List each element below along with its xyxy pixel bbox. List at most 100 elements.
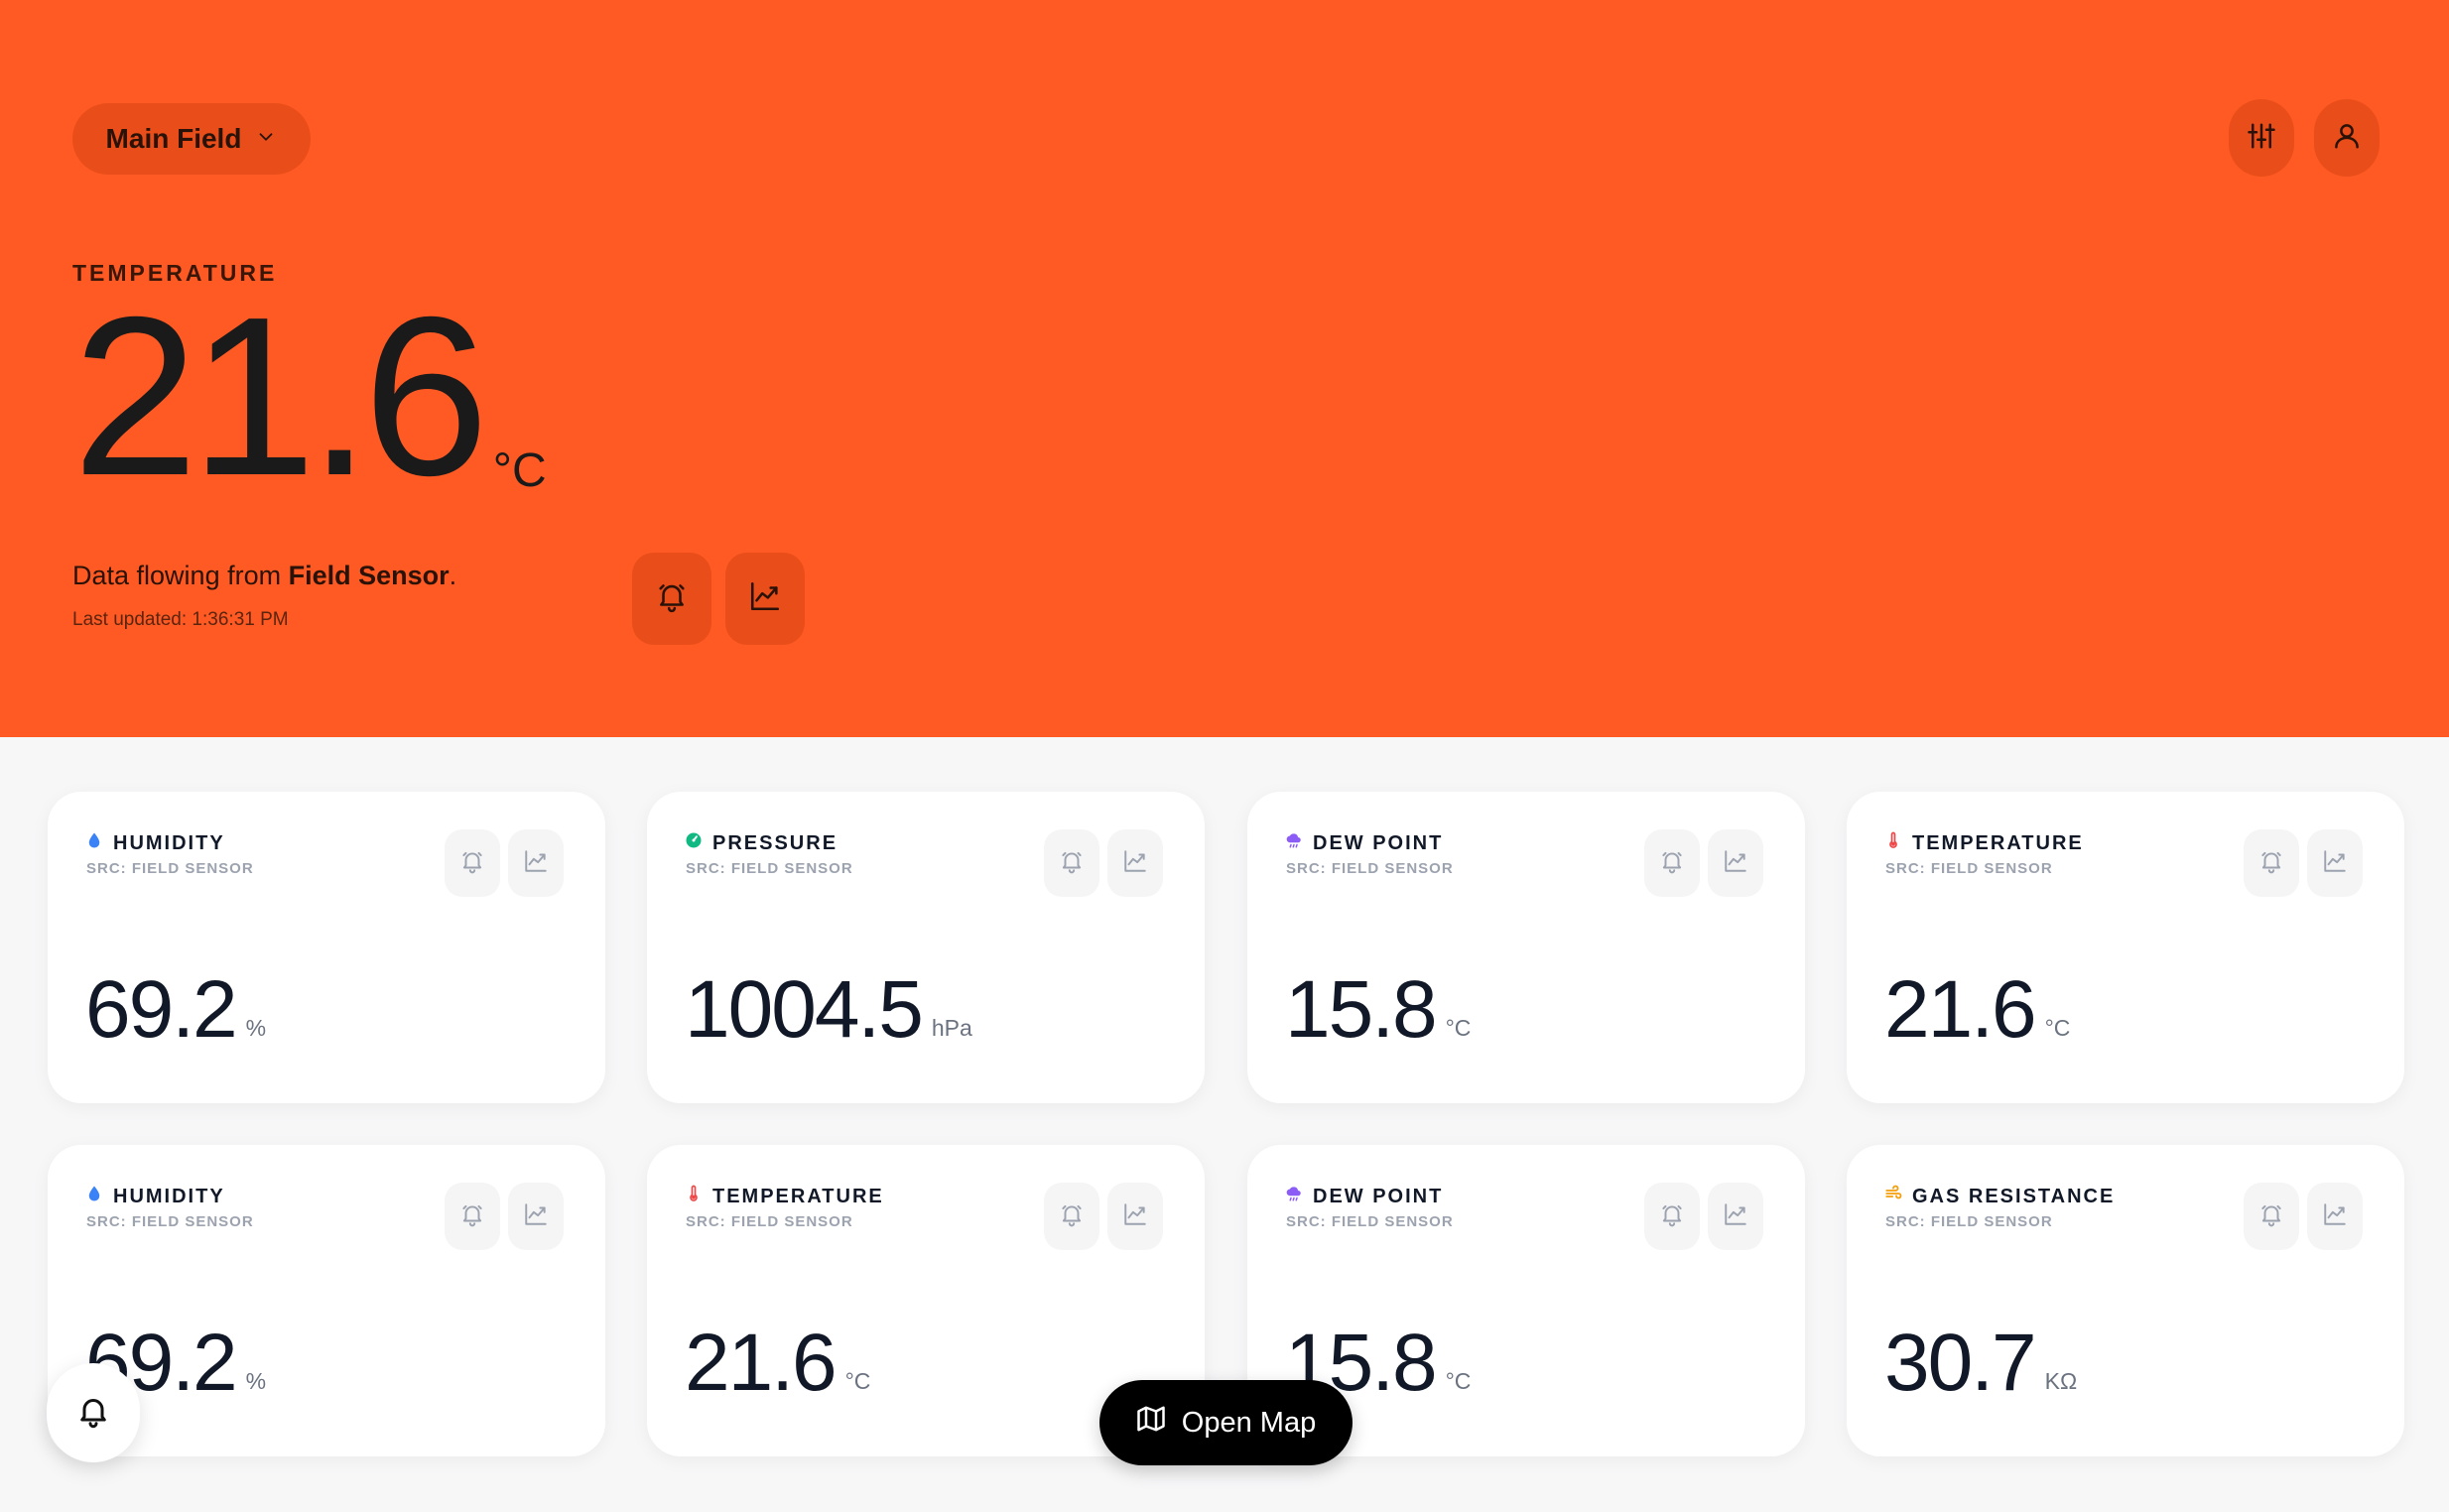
trend-chart-icon xyxy=(748,579,782,618)
thermometer-icon xyxy=(1884,831,1902,855)
card-value-number: 69.2 xyxy=(85,964,238,1055)
field-selector[interactable]: Main Field xyxy=(72,103,311,175)
card-title-label: DEW POINT xyxy=(1313,831,1444,854)
settings-button[interactable] xyxy=(2229,99,2294,177)
trend-chart-icon xyxy=(1122,1201,1148,1232)
metric-card[interactable]: GAS RESISTANCE SRC: FIELD SENSOR 30.7 KΩ xyxy=(1847,1145,2404,1456)
card-value-unit: KΩ xyxy=(2044,1368,2078,1394)
metric-card[interactable]: TEMPERATURE SRC: FIELD SENSOR 21.6 °C xyxy=(1847,792,2404,1103)
hero-metric-value: 21.6 °C xyxy=(72,271,547,523)
card-value: 15.8 °C xyxy=(1285,968,1471,1052)
card-value-unit: °C xyxy=(844,1368,871,1394)
hero-desc-suffix: . xyxy=(449,561,457,590)
card-value-unit: % xyxy=(245,1015,267,1041)
card-title: DEW POINT xyxy=(1285,831,1443,855)
hero-value-number: 21.6 xyxy=(72,271,489,523)
card-alert-button[interactable] xyxy=(2244,829,2299,897)
card-source: SRC: FIELD SENSOR xyxy=(86,860,254,877)
card-alert-button[interactable] xyxy=(1044,829,1099,897)
card-title-label: PRESSURE xyxy=(712,831,838,854)
bell-icon xyxy=(655,579,689,618)
bell-icon xyxy=(459,1201,485,1232)
card-value-unit: °C xyxy=(2044,1015,2071,1041)
bell-icon xyxy=(1059,1201,1085,1232)
card-title-label: TEMPERATURE xyxy=(712,1185,884,1207)
card-alert-button[interactable] xyxy=(1044,1183,1099,1250)
card-value: 21.6 °C xyxy=(1884,968,2070,1052)
hero-alert-button[interactable] xyxy=(632,553,711,645)
cloud-rain-icon xyxy=(1285,831,1303,855)
card-chart-button[interactable] xyxy=(2307,1183,2363,1250)
open-map-label: Open Map xyxy=(1181,1406,1317,1439)
card-title-label: DEW POINT xyxy=(1313,1185,1444,1207)
card-source: SRC: FIELD SENSOR xyxy=(1286,860,1454,877)
card-value-number: 21.6 xyxy=(1884,964,2037,1055)
bell-icon xyxy=(459,848,485,879)
card-source: SRC: FIELD SENSOR xyxy=(86,1213,254,1230)
card-value-number: 30.7 xyxy=(1884,1318,2037,1408)
card-title: GAS RESISTANCE xyxy=(1884,1185,2115,1208)
trend-chart-icon xyxy=(1122,848,1148,879)
card-alert-button[interactable] xyxy=(445,1183,500,1250)
bell-icon xyxy=(1659,848,1685,879)
bell-icon xyxy=(1659,1201,1685,1232)
bell-icon xyxy=(2258,1201,2284,1232)
trend-chart-icon xyxy=(523,848,549,879)
card-title-label: HUMIDITY xyxy=(113,831,225,854)
user-icon xyxy=(2332,121,2362,156)
card-alert-button[interactable] xyxy=(1644,829,1700,897)
wind-icon xyxy=(1884,1185,1902,1208)
card-chart-button[interactable] xyxy=(508,829,564,897)
card-chart-button[interactable] xyxy=(2307,829,2363,897)
card-source: SRC: FIELD SENSOR xyxy=(1885,860,2053,877)
droplet-icon xyxy=(85,831,103,855)
trend-chart-icon xyxy=(523,1201,549,1232)
card-chart-button[interactable] xyxy=(1708,1183,1763,1250)
card-value: 30.7 KΩ xyxy=(1884,1322,2077,1405)
card-source: SRC: FIELD SENSOR xyxy=(1286,1213,1454,1230)
bell-icon xyxy=(2258,848,2284,879)
profile-button[interactable] xyxy=(2314,99,2380,177)
trend-chart-icon xyxy=(1723,1201,1748,1232)
card-alert-button[interactable] xyxy=(2244,1183,2299,1250)
card-title: TEMPERATURE xyxy=(685,1185,884,1208)
card-title: HUMIDITY xyxy=(85,831,225,855)
card-value-unit: °C xyxy=(1445,1368,1472,1394)
card-source: SRC: FIELD SENSOR xyxy=(686,860,853,877)
metric-card[interactable]: PRESSURE SRC: FIELD SENSOR 1004.5 hPa xyxy=(647,792,1205,1103)
card-chart-button[interactable] xyxy=(1107,829,1163,897)
card-title: HUMIDITY xyxy=(85,1185,225,1208)
hero-desc-prefix: Data flowing from xyxy=(72,561,289,590)
hero-value-unit: °C xyxy=(492,444,547,497)
last-updated: Last updated: 1:36:31 PM xyxy=(72,609,289,630)
chevron-down-icon xyxy=(255,123,277,155)
card-title: PRESSURE xyxy=(685,831,838,855)
bell-icon xyxy=(75,1393,111,1434)
trend-chart-icon xyxy=(1723,848,1748,879)
hero-chart-button[interactable] xyxy=(725,553,805,645)
trend-chart-icon xyxy=(2322,848,2348,879)
card-alert-button[interactable] xyxy=(445,829,500,897)
open-map-button[interactable]: Open Map xyxy=(1099,1380,1353,1465)
card-value: 69.2 % xyxy=(85,968,266,1052)
card-value: 21.6 °C xyxy=(685,1322,870,1405)
card-title-label: GAS RESISTANCE xyxy=(1912,1185,2116,1207)
card-value-number: 21.6 xyxy=(685,1318,838,1408)
card-chart-button[interactable] xyxy=(1708,829,1763,897)
thermometer-icon xyxy=(685,1185,703,1208)
card-alert-button[interactable] xyxy=(1644,1183,1700,1250)
bell-icon xyxy=(1059,848,1085,879)
notifications-fab[interactable] xyxy=(47,1363,140,1462)
card-chart-button[interactable] xyxy=(508,1183,564,1250)
card-source: SRC: FIELD SENSOR xyxy=(686,1213,853,1230)
card-title-label: HUMIDITY xyxy=(113,1185,225,1207)
card-title: TEMPERATURE xyxy=(1884,831,2084,855)
card-chart-button[interactable] xyxy=(1107,1183,1163,1250)
card-value-number: 1004.5 xyxy=(685,964,924,1055)
gauge-icon xyxy=(685,831,703,855)
hero-description: Data flowing from Field Sensor. xyxy=(72,561,456,591)
metric-card[interactable]: DEW POINT SRC: FIELD SENSOR 15.8 °C xyxy=(1247,792,1805,1103)
droplet-icon xyxy=(85,1185,103,1208)
metric-card[interactable]: HUMIDITY SRC: FIELD SENSOR 69.2 % xyxy=(48,792,605,1103)
card-source: SRC: FIELD SENSOR xyxy=(1885,1213,2053,1230)
